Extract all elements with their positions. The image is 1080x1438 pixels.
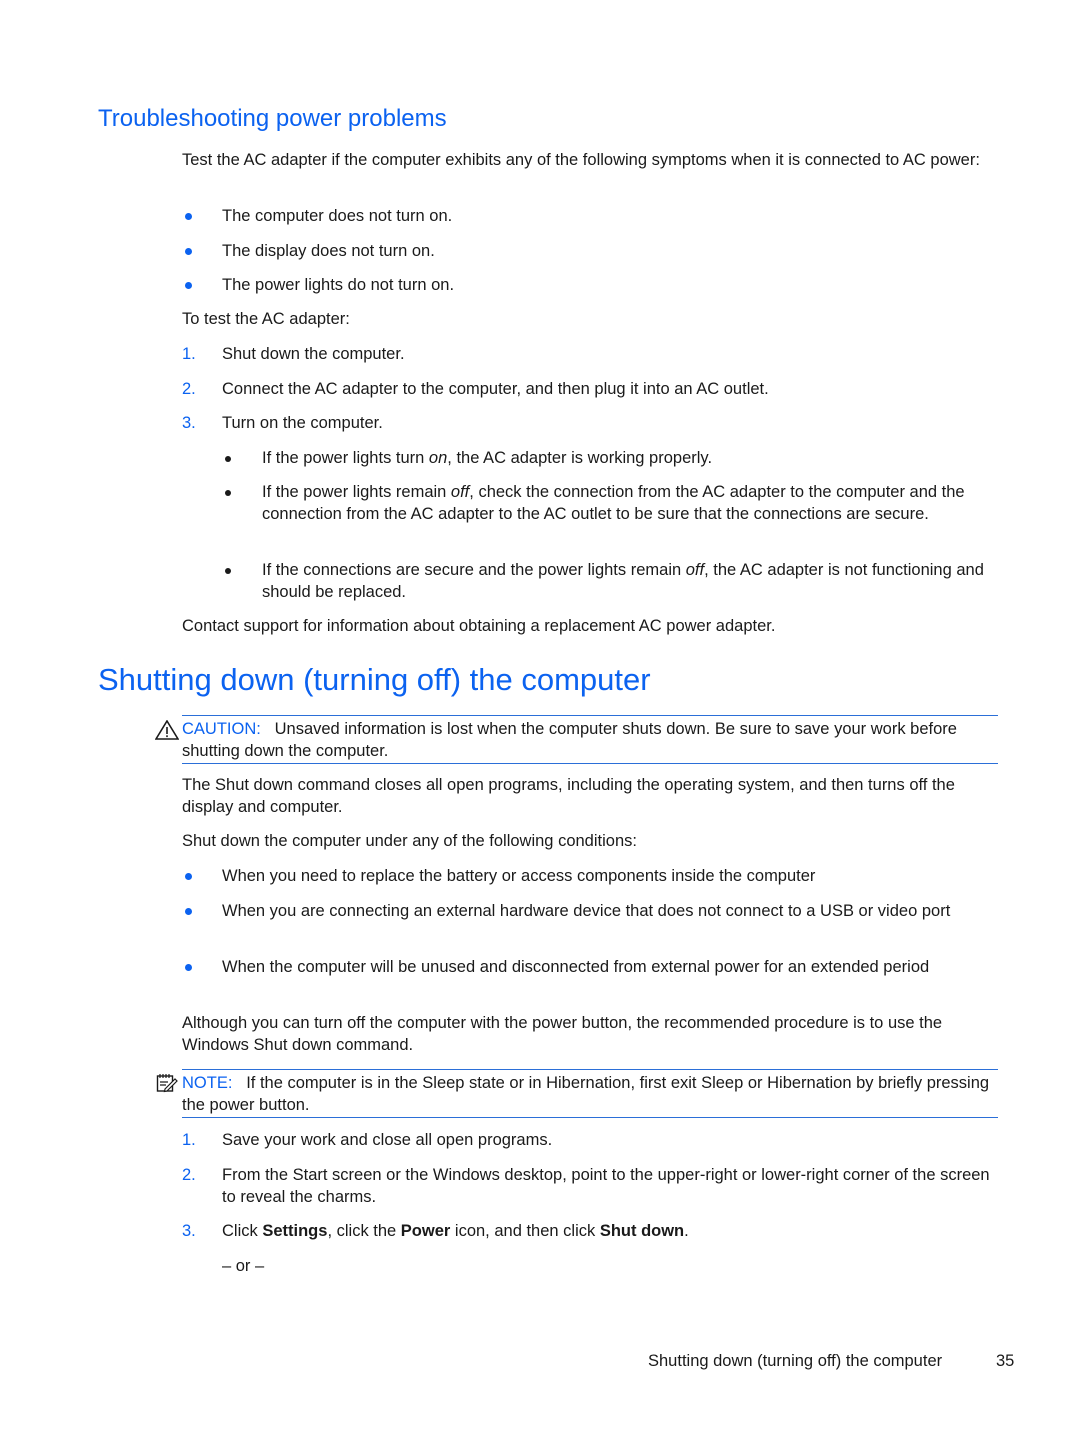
bullet-icon [185,873,192,880]
note-top-rule [182,1069,998,1070]
settings-term: Settings [262,1222,328,1240]
warning-triangle-icon [154,719,180,746]
note-callout: NOTE: If the computer is in the Sleep st… [182,1072,992,1116]
power-term: Power [400,1222,451,1240]
test-intro: To test the AC adapter: [182,310,350,328]
footer-title: Shutting down (turning off) the computer [648,1352,943,1370]
step-number: 2. [182,1166,196,1184]
conditions-intro: Shut down the computer under any of the … [182,832,637,850]
step-number: 3. [182,1222,196,1240]
note-bottom-rule [182,1117,998,1118]
note-text: If the computer is in the Sleep state or… [182,1074,990,1114]
caution-label: CAUTION: [182,720,261,738]
step-number: 1. [182,345,196,363]
bullet-icon [185,248,192,255]
caution-text: Unsaved information is lost when the com… [182,720,957,760]
bullet-icon [185,282,192,289]
or-separator: – or – [222,1257,265,1275]
bullet-icon [185,964,192,971]
note-label: NOTE: [182,1074,233,1092]
bullet-icon [185,908,192,915]
section-heading-troubleshooting: Troubleshooting power problems [98,105,447,132]
bullet-icon [225,490,231,496]
recommendation-text: Although you can turn off the computer w… [182,1014,943,1054]
troubleshooting-intro: Test the AC adapter if the computer exhi… [182,151,980,169]
bullet-icon [185,213,192,220]
step-number: 2. [182,380,196,398]
contact-support-text: Contact support for information about ob… [182,617,776,635]
step-number: 1. [182,1131,196,1149]
shut-down-term: Shut down [599,1222,685,1240]
note-pad-icon [156,1073,178,1099]
caution-top-rule [182,715,998,716]
bullet-icon [225,456,231,462]
step-number: 3. [182,414,196,432]
shutdown-description: The Shut down command closes all open pr… [182,776,955,816]
section-heading-shutdown: Shutting down (turning off) the computer [98,662,651,697]
page-number: 35 [996,1352,1015,1370]
caution-callout: CAUTION: Unsaved information is lost whe… [182,718,992,762]
caution-bottom-rule [182,763,998,764]
bullet-icon [225,568,231,574]
